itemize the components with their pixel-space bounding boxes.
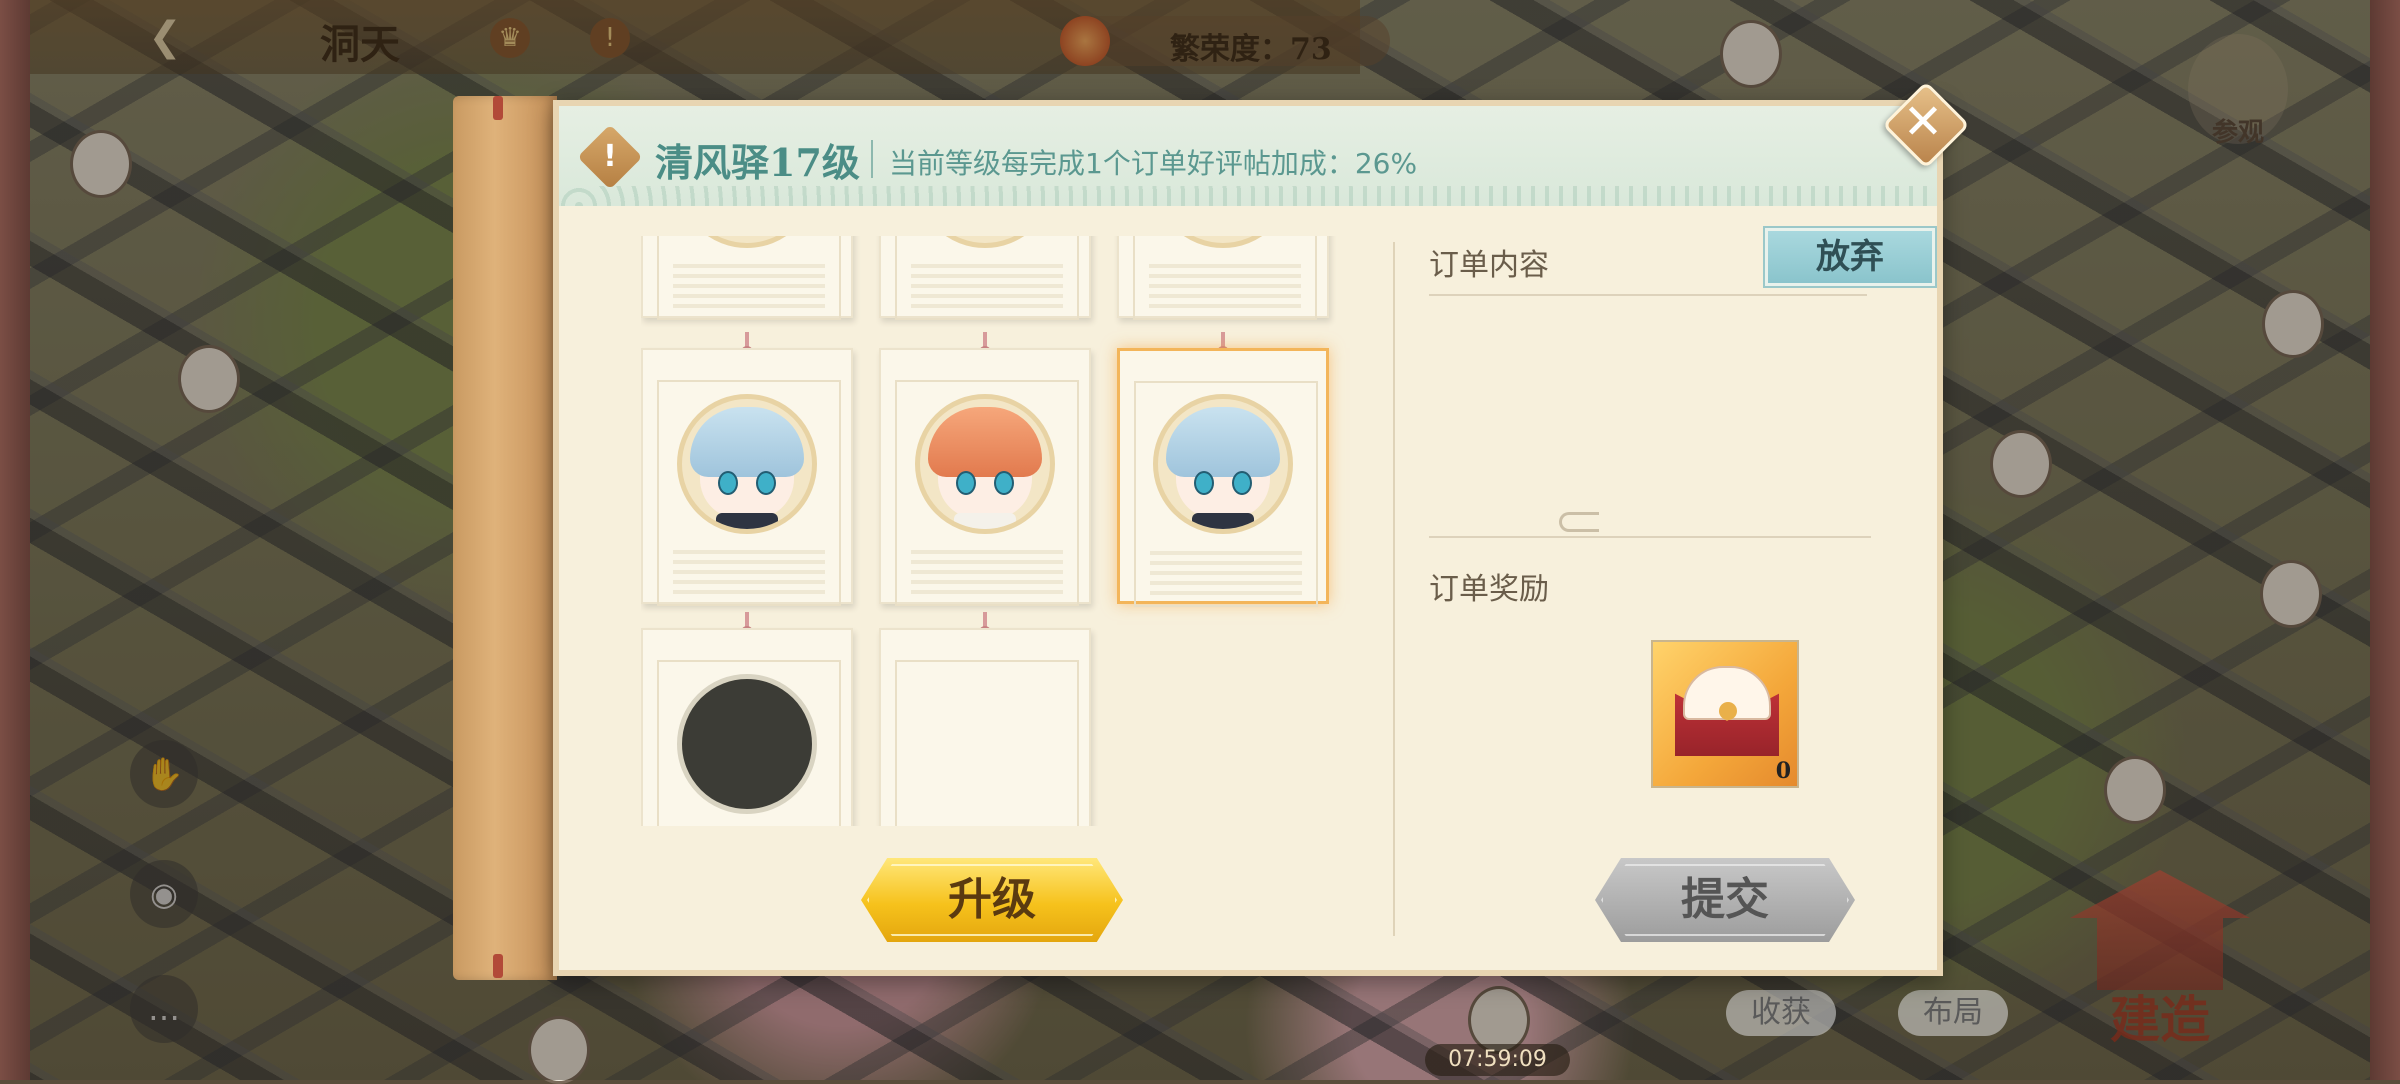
order-card[interactable] — [879, 612, 1091, 826]
upgrade-button[interactable]: 升级 — [861, 858, 1123, 942]
close-icon: ✕ — [1902, 94, 1944, 150]
level-bonus-description: 当前等级每完成1个订单好评帖加成：26% — [889, 147, 1418, 180]
pavilion-icon — [2070, 870, 2250, 990]
character-portrait — [1153, 394, 1293, 534]
close-button[interactable]: ✕ — [1881, 80, 1970, 169]
submit-button[interactable]: 提交 — [1595, 858, 1855, 942]
dialog-header: ! 清风驿17级 当前等级每完成1个订单好评帖加成：26% — [559, 106, 1937, 206]
order-card[interactable] — [879, 332, 1091, 606]
harvest-button[interactable]: 收获 — [1726, 990, 1836, 1036]
scroll-roller — [453, 96, 557, 980]
build-button[interactable]: 建造 — [2060, 860, 2260, 1060]
panel-divider — [1393, 242, 1395, 936]
order-card-selected[interactable] — [1117, 332, 1329, 607]
character-portrait — [915, 394, 1055, 534]
order-card[interactable] — [879, 236, 1091, 320]
build-label: 建造 — [2110, 990, 2210, 1049]
order-card[interactable] — [641, 612, 853, 826]
divider — [1429, 536, 1871, 538]
order-content-label: 订单内容 — [1429, 248, 1549, 283]
abandon-button[interactable]: 放弃 — [1763, 226, 1937, 288]
reward-item-slot[interactable]: 0 — [1651, 640, 1799, 788]
layout-button[interactable]: 布局 — [1898, 990, 2008, 1036]
inn-order-dialog: ! 清风驿17级 当前等级每完成1个订单好评帖加成：26% 升级 订单内容 放弃… — [453, 81, 1970, 980]
scroll-tassel — [493, 96, 503, 120]
wave-pattern — [559, 186, 1937, 206]
submit-label: 提交 — [1681, 874, 1769, 925]
header-divider — [871, 140, 873, 178]
order-reward-label: 订单奖励 — [1429, 572, 1549, 607]
divider — [1429, 294, 1867, 296]
character-portrait — [677, 394, 817, 534]
ribbon-bow — [1719, 702, 1737, 720]
reward-count: 0 — [1775, 758, 1791, 784]
screen-frame-left — [0, 0, 30, 1080]
character-portrait — [677, 674, 817, 814]
upgrade-label: 升级 — [948, 874, 1036, 925]
order-card[interactable] — [641, 332, 853, 606]
order-grid[interactable] — [641, 236, 1381, 826]
inn-level-title: 清风驿17级 — [655, 140, 860, 185]
dialog-panel: ! 清风驿17级 当前等级每完成1个订单好评帖加成：26% 升级 订单内容 放弃… — [553, 100, 1943, 976]
order-card[interactable] — [641, 236, 853, 320]
timer-display: 07:59:09 — [1425, 1044, 1570, 1076]
hook-ornament-icon — [1559, 512, 1599, 532]
scroll-tassel — [493, 954, 503, 978]
exclamation-icon: ! — [603, 139, 617, 174]
screen-frame-right — [2370, 0, 2400, 1080]
order-card[interactable] — [1117, 236, 1329, 320]
